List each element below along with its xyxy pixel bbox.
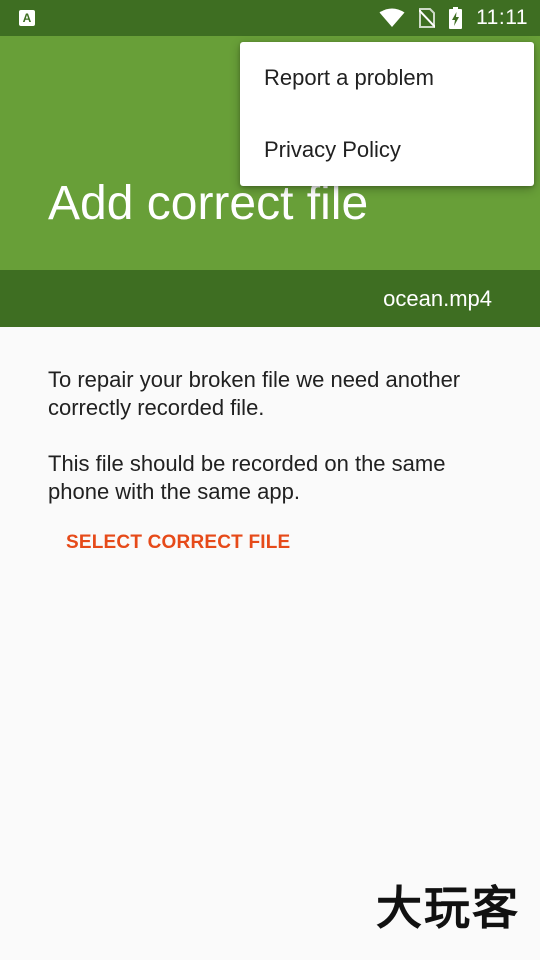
instruction-paragraph-1: To repair your broken file we need anoth… [48,367,461,420]
instruction-paragraph-2: This file should be recorded on the same… [48,451,446,504]
status-icons: 11:11 [379,0,528,36]
battery-charging-icon [449,7,463,29]
status-time: 11:11 [476,6,528,29]
file-name: ocean.mp4 [383,286,492,311]
wifi-icon [379,8,405,28]
file-bar: ocean.mp4 [0,270,540,327]
instructions: To repair your broken file we need anoth… [48,366,498,506]
status-bar: A 11:11 [0,0,540,36]
no-sim-icon [419,8,436,28]
menu-item-report-problem[interactable]: Report a problem [240,42,534,114]
overflow-menu: Report a problem Privacy Policy [240,42,534,186]
watermark-logo: 大玩客 [376,881,520,935]
app-notification-icon: A [19,10,35,26]
select-correct-file-button[interactable]: SELECT CORRECT FILE [66,530,290,556]
menu-item-privacy-policy[interactable]: Privacy Policy [240,114,534,186]
